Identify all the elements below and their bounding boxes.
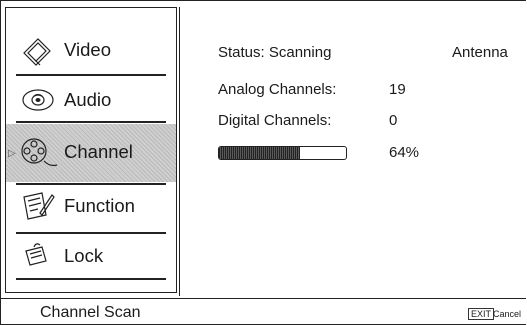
scan-progress-fill	[219, 147, 301, 159]
tv-osd-screen: ▷ Video Audio Channel Function Lock Stat…	[0, 0, 526, 325]
selection-arrow-icon: ▷	[8, 148, 16, 159]
analog-channels-label: Analog Channels:	[218, 81, 337, 98]
scan-progress-percent: 64%	[389, 144, 420, 161]
menu-divider	[16, 121, 166, 123]
main-menu: ▷ Video Audio Channel Function Lock	[5, 7, 177, 293]
digital-channels-label: Digital Channels:	[218, 112, 332, 129]
menu-divider	[16, 232, 166, 234]
scan-status-text: Status: Scanning	[218, 44, 332, 61]
footer-title: Channel Scan	[40, 304, 141, 321]
panel-separator	[179, 7, 180, 296]
menu-divider	[16, 278, 166, 280]
menu-item-label: Lock	[64, 245, 104, 266]
menu-item-video[interactable]: Video	[16, 29, 166, 71]
lock-icon	[16, 237, 58, 275]
audio-icon	[16, 81, 58, 119]
analog-channels-value: 19	[389, 81, 406, 98]
menu-item-channel[interactable]: Channel	[16, 131, 166, 173]
digital-channels-value: 0	[389, 112, 398, 129]
menu-item-label: Video	[64, 39, 111, 60]
signal-source-text: Antenna	[452, 44, 508, 61]
cancel-hint: Cancel	[493, 309, 522, 319]
menu-item-function[interactable]: Function	[16, 185, 166, 227]
footer-divider	[1, 298, 526, 299]
menu-item-lock[interactable]: Lock	[16, 235, 166, 277]
menu-item-label: Function	[64, 195, 135, 216]
channel-icon	[16, 133, 58, 171]
menu-item-audio[interactable]: Audio	[16, 79, 166, 121]
scan-progress-bar	[218, 146, 347, 160]
exit-key-badge[interactable]: EXIT	[468, 308, 495, 320]
menu-item-label: Audio	[64, 89, 112, 110]
menu-item-label: Channel	[64, 141, 133, 162]
function-icon	[16, 187, 58, 225]
menu-divider	[16, 74, 166, 76]
video-icon	[16, 31, 58, 69]
